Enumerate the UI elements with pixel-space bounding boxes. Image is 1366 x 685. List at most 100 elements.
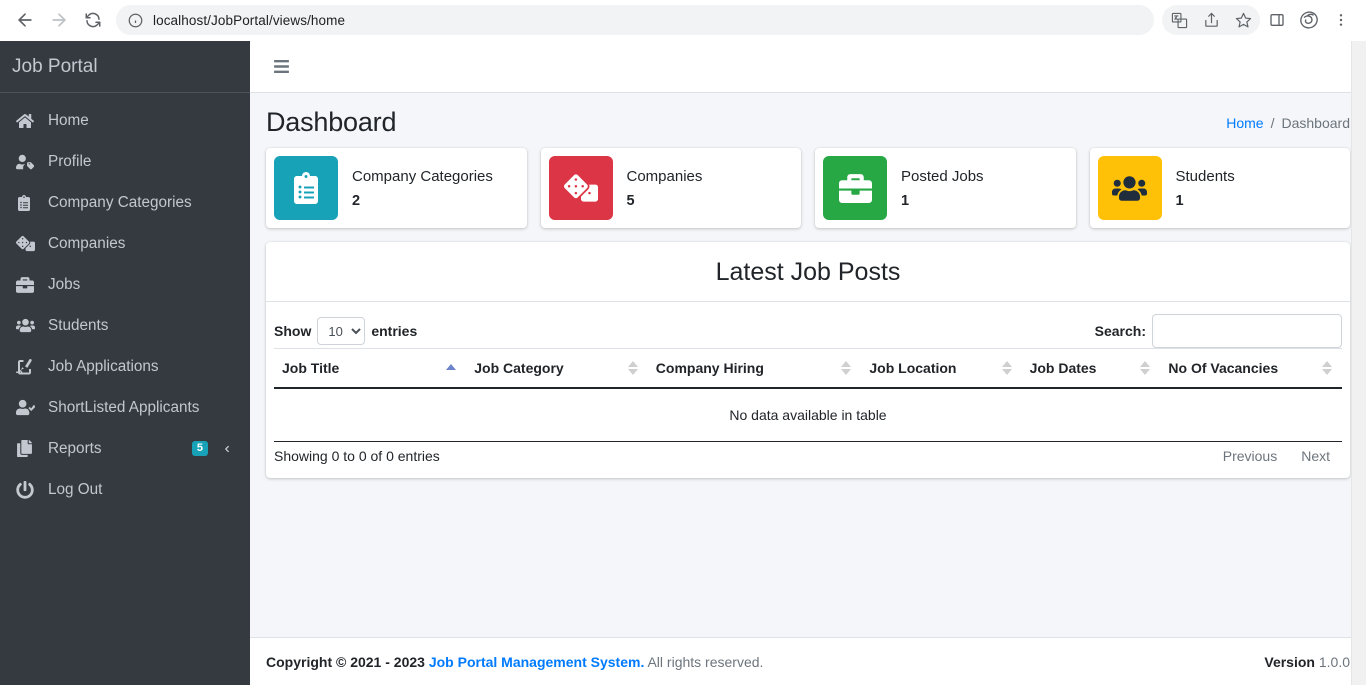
star-icon xyxy=(1235,12,1251,27)
stat-text: Company Categories 2 xyxy=(352,167,493,209)
column-label: Company Hiring xyxy=(655,360,764,376)
stat-icon-wrapper xyxy=(1097,156,1162,220)
sidebar-item-profile[interactable]: Profile xyxy=(8,142,242,181)
reload-button[interactable] xyxy=(78,5,108,35)
briefcase-icon xyxy=(838,173,872,203)
column-header-job-title[interactable]: Job Title xyxy=(274,348,467,389)
site-info-icon[interactable] xyxy=(128,13,143,28)
stat-value: 5 xyxy=(626,192,635,209)
dice-icon xyxy=(16,234,42,254)
search-input[interactable] xyxy=(1152,314,1342,348)
stat-icon-wrapper xyxy=(823,156,887,220)
column-header-no-of-vacancies[interactable]: No Of Vacancies xyxy=(1160,348,1342,389)
side-panel-button[interactable] xyxy=(1262,5,1292,35)
sidebar-item-label: Profile xyxy=(48,152,92,170)
breadcrumb-home-link[interactable]: Home xyxy=(1226,115,1263,131)
dice-icon xyxy=(563,174,598,202)
sidebar-item-job-applications[interactable]: Job Applications xyxy=(8,347,242,386)
content-column: Dashboard Home / Dashboard Company Categ… xyxy=(250,41,1366,685)
column-header-company-hiring[interactable]: Company Hiring xyxy=(647,348,862,389)
sidebar-item-home[interactable]: Home xyxy=(8,101,242,140)
table-row: No data available in table xyxy=(274,388,1342,442)
search-control: Search: xyxy=(1095,314,1342,348)
sidebar-item-label: Company Categories xyxy=(48,193,192,211)
column-label: Job Category xyxy=(474,360,564,376)
breadcrumb-current: Dashboard xyxy=(1281,114,1351,131)
column-header-job-location[interactable]: Job Location xyxy=(861,348,1022,389)
sidebar-item-company-categories[interactable]: Company Categories xyxy=(8,183,242,222)
extension-button[interactable] xyxy=(1294,5,1324,35)
table-body: No data available in table xyxy=(274,388,1342,442)
sidebar-item-label: ShortListed Applicants xyxy=(48,398,200,416)
column-label: Job Title xyxy=(282,360,340,376)
stat-card-students[interactable]: Students 1 xyxy=(1089,148,1350,228)
forward-button[interactable] xyxy=(44,5,74,35)
clipboard-list-icon xyxy=(294,172,318,204)
footer-version-label: Version xyxy=(1264,653,1315,670)
sidebar-item-label: Home xyxy=(48,111,89,129)
entries-per-page-select[interactable]: 10 25 50 100 xyxy=(317,317,366,345)
share-icon xyxy=(1204,12,1218,27)
stat-cards: Company Categories 2 Companies 5 Posted … xyxy=(250,148,1366,228)
sort-ascending-icon xyxy=(446,364,457,371)
stat-text: Companies 5 xyxy=(627,167,703,209)
pagination-previous[interactable]: Previous xyxy=(1211,442,1289,470)
back-button[interactable] xyxy=(10,5,40,35)
sidebar-item-companies[interactable]: Companies xyxy=(8,224,242,263)
clipboard-list-icon xyxy=(16,193,42,213)
stat-card-posted-jobs[interactable]: Posted Jobs 1 xyxy=(815,148,1076,228)
address-bar[interactable]: localhost/JobPortal/views/home xyxy=(116,5,1154,35)
application-window: Job Portal Home Profile Company Categori… xyxy=(0,41,1366,685)
browser-nav-buttons xyxy=(10,5,108,35)
footer-copyright-text: Copyright © 2021 - 2023 xyxy=(266,653,425,670)
bookmark-button[interactable] xyxy=(1228,5,1258,35)
sidebar-item-reports[interactable]: Reports 5 xyxy=(8,429,242,468)
pagination-next[interactable]: Next xyxy=(1289,442,1342,470)
sidebar-item-label: Job Applications xyxy=(48,357,159,375)
sort-toggle-icon xyxy=(627,361,638,375)
chevron-left-icon[interactable] xyxy=(222,443,232,455)
stat-value: 2 xyxy=(352,192,361,209)
sidebar-item-label: Companies xyxy=(48,234,126,252)
column-header-job-dates[interactable]: Job Dates xyxy=(1021,348,1161,389)
page-scrollbar[interactable] xyxy=(1351,41,1366,685)
pagination: Previous Next xyxy=(1211,442,1342,470)
stat-icon-wrapper xyxy=(548,156,613,220)
stat-card-companies[interactable]: Companies 5 xyxy=(540,148,801,228)
entries-length-control: Show 10 25 50 100 entries xyxy=(274,317,417,345)
sort-toggle-icon xyxy=(1322,361,1332,375)
column-header-job-category[interactable]: Job Category xyxy=(466,348,648,389)
latest-job-posts-card: Latest Job Posts Show 10 25 50 100 xyxy=(266,242,1350,478)
browser-menu-button[interactable] xyxy=(1326,5,1356,35)
footer-copyright: Copyright © 2021 - 2023 Job Portal Manag… xyxy=(266,654,763,670)
stat-icon-wrapper xyxy=(274,156,338,220)
copy-icon xyxy=(16,439,42,459)
entries-label: entries xyxy=(371,323,418,339)
share-button[interactable] xyxy=(1196,5,1226,35)
sidebar-item-shortlisted-applicants[interactable]: ShortListed Applicants xyxy=(8,388,242,427)
footer-brand-link[interactable]: Job Portal Management System. xyxy=(429,654,645,670)
sidebar-item-log-out[interactable]: Log Out xyxy=(8,470,242,509)
sidebar-nav: Home Profile Company Categories Companie… xyxy=(0,93,250,509)
user-check-icon xyxy=(16,398,42,418)
datatable-controls: Show 10 25 50 100 entries Search: xyxy=(266,314,1350,348)
footer-version-number: 1.0.0 xyxy=(1318,653,1350,670)
sort-toggle-icon xyxy=(1001,361,1012,375)
show-label: Show xyxy=(274,323,312,339)
page-header: Dashboard Home / Dashboard xyxy=(250,93,1366,148)
breadcrumb: Home / Dashboard xyxy=(1226,115,1350,131)
hamburger-menu-icon[interactable] xyxy=(262,48,300,86)
stat-card-company-categories[interactable]: Company Categories 2 xyxy=(266,148,527,228)
extension-icon xyxy=(1300,11,1318,29)
sidebar-item-jobs[interactable]: Jobs xyxy=(8,265,242,304)
sidebar-brand[interactable]: Job Portal xyxy=(0,41,250,93)
translate-button[interactable] xyxy=(1164,5,1194,35)
sidebar-item-label: Jobs xyxy=(48,275,81,293)
stat-label: Companies xyxy=(626,168,703,186)
forward-arrow-icon xyxy=(52,13,66,27)
reload-icon xyxy=(85,12,101,28)
back-arrow-icon xyxy=(18,13,32,27)
sidebar-item-students[interactable]: Students xyxy=(8,306,242,345)
table-header-row: Job Title Job Category Company Hiring Jo… xyxy=(274,348,1342,389)
address-bar-text: localhost/JobPortal/views/home xyxy=(153,12,346,28)
